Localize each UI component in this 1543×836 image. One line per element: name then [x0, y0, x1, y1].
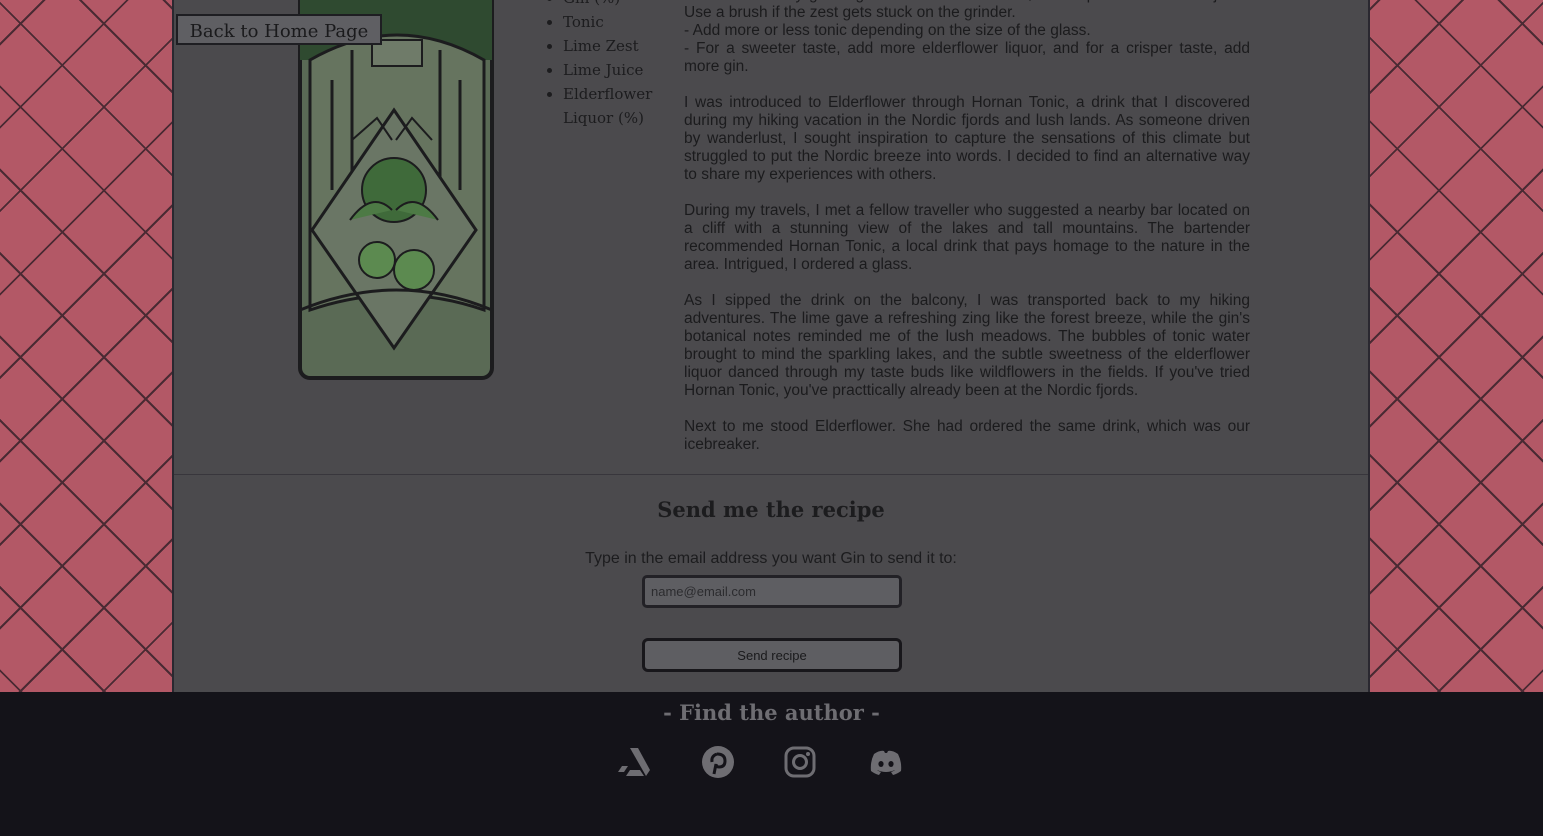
- discord-icon[interactable]: [866, 742, 906, 782]
- section-divider: [174, 474, 1368, 475]
- ingredient-item: Lime Zest: [563, 34, 673, 58]
- email-label: Type in the email address you want Gin t…: [585, 550, 957, 567]
- elderflower-bottle-illustration: [298, 0, 494, 380]
- recipe-tips: - Get the zest by grinding the surface o…: [684, 0, 1250, 75]
- send-recipe-button[interactable]: Send recipe: [642, 638, 902, 672]
- artstation-icon[interactable]: [614, 742, 654, 782]
- story-paragraph: Next to me stood Elderflower. She had or…: [684, 418, 1250, 453]
- story-paragraph: I was introduced to Elderflower through …: [684, 94, 1250, 183]
- find-author-title: - Find the author -: [663, 700, 880, 725]
- story-paragraph: As I sipped the drink on the balcony, I …: [684, 292, 1250, 399]
- ingredient-list: Gin (%) Tonic Lime Zest Lime Juice Elder…: [543, 0, 673, 130]
- ingredient-item: Tonic: [563, 10, 673, 34]
- recipe-page: Back to Home Page Gin (%) Tonic Lime Zes…: [172, 0, 1370, 692]
- instagram-icon[interactable]: [780, 742, 820, 782]
- story-paragraph: During my travels, I met a fellow travel…: [684, 202, 1250, 273]
- back-to-home-button[interactable]: Back to Home Page: [176, 14, 382, 45]
- send-recipe-title: Send me the recipe: [657, 497, 885, 522]
- recipe-story: - Get the zest by grinding the surface o…: [684, 0, 1250, 472]
- footer: - Find the author -: [0, 692, 1543, 836]
- ingredient-item: Lime Juice: [563, 58, 673, 82]
- ingredient-item: Gin (%): [563, 0, 673, 10]
- ingredient-item: Elderflower Liquor (%): [563, 82, 673, 130]
- pinterest-icon[interactable]: [698, 742, 738, 782]
- email-input[interactable]: [642, 575, 902, 608]
